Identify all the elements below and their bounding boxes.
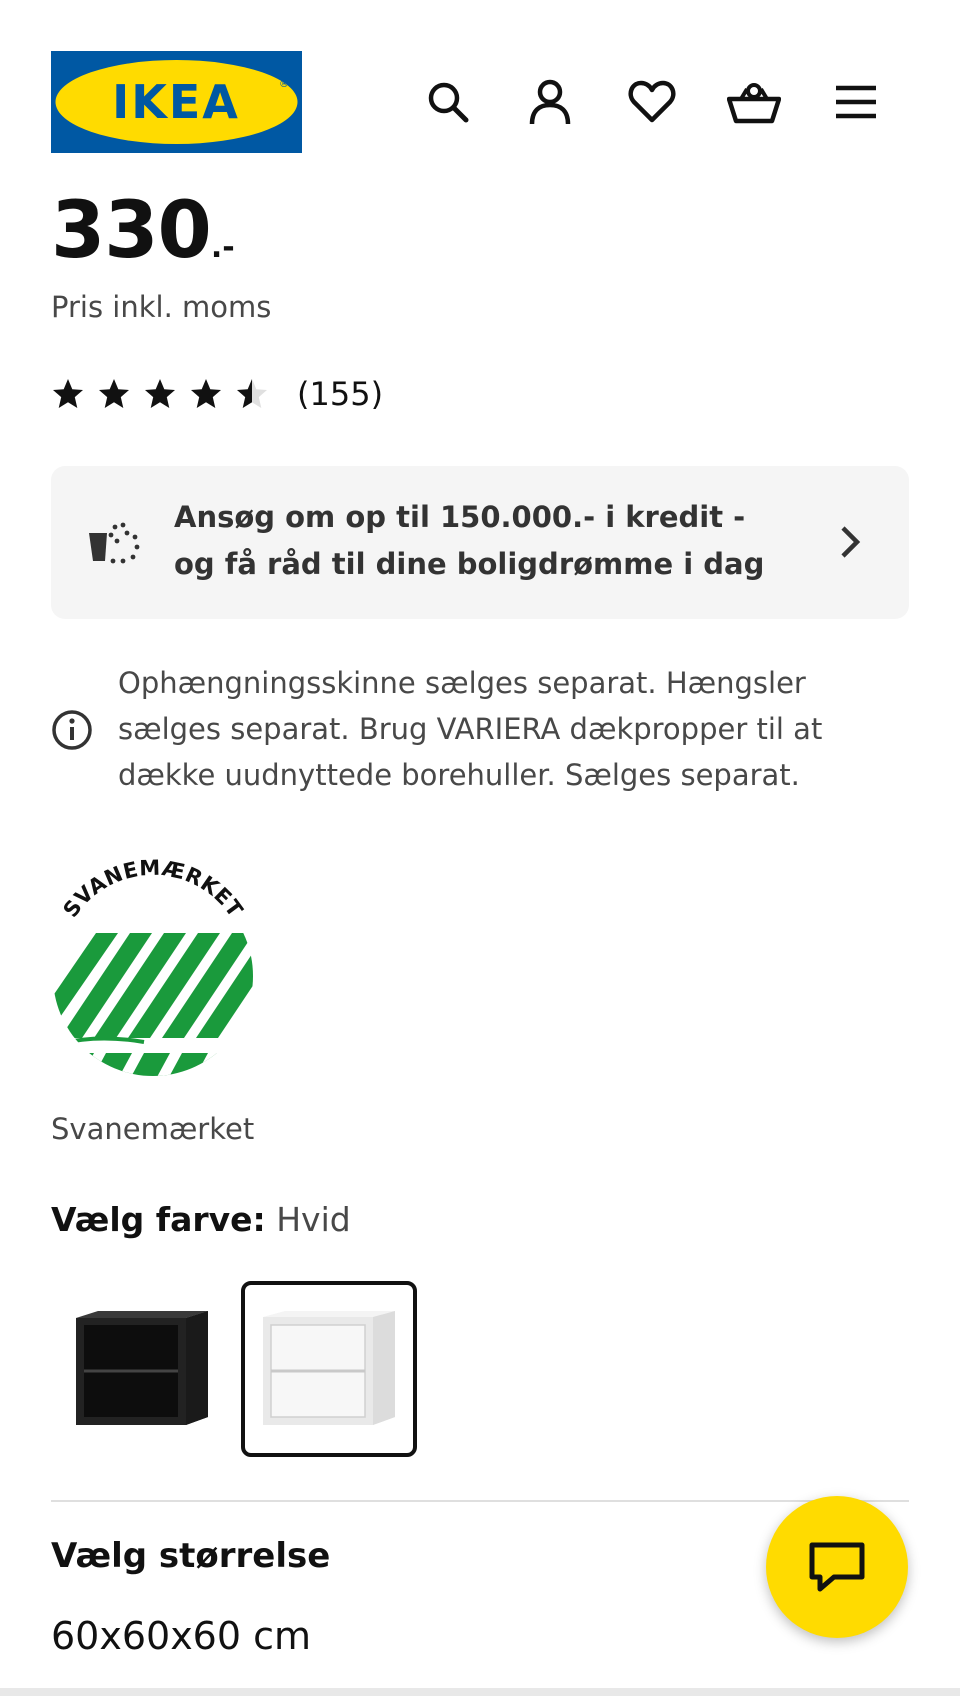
coin-pouch-icon <box>89 522 140 564</box>
review-count: (155) <box>297 375 384 413</box>
chat-icon <box>809 1542 865 1592</box>
heart-icon[interactable] <box>622 72 682 132</box>
rating[interactable]: (155) <box>51 372 383 416</box>
chevron-right-icon <box>841 526 861 558</box>
price: 330.- <box>51 186 235 276</box>
half-star-icon <box>237 379 267 408</box>
star-icon <box>99 379 129 408</box>
color-chooser-label: Vælg farve: Hvid <box>51 1200 351 1239</box>
basket-icon[interactable] <box>724 72 784 132</box>
price-suffix: .- <box>210 230 235 265</box>
swatch-black-cabinet[interactable] <box>54 1281 230 1457</box>
price-note: Pris inkl. moms <box>51 290 272 324</box>
product-page: IKEA ® 330.- Pris inkl. moms (155) Ansøg… <box>0 0 960 1696</box>
svg-text:SVANEMÆRKET: SVANEMÆRKET <box>58 858 247 922</box>
info-note: Ophængningsskinne sælges separat. Hængsl… <box>118 666 823 792</box>
size-chooser-label: Vælg størrelse <box>51 1536 331 1576</box>
color-label: Vælg farve: <box>51 1200 266 1239</box>
eco-logo-text: SVANEMÆRKET <box>58 858 247 922</box>
divider <box>51 1500 909 1502</box>
star-icon <box>53 379 83 408</box>
star-icon <box>145 379 175 408</box>
account-icon[interactable] <box>520 72 580 132</box>
credit-text: Ansøg om op til 150.000.- i kredit - og … <box>174 500 765 581</box>
swan-eco-label[interactable]: SVANEMÆRKET <box>48 858 258 1090</box>
bottom-edge <box>0 1688 960 1696</box>
eco-label-caption: Svanemærket <box>51 1112 255 1146</box>
selected-color: Hvid <box>276 1200 351 1239</box>
star-icon <box>191 379 221 408</box>
price-amount: 330 <box>51 186 212 276</box>
info-icon <box>52 710 92 750</box>
size-value[interactable]: 60x60x60 cm <box>51 1614 311 1658</box>
search-icon[interactable] <box>418 72 478 132</box>
credit-banner[interactable]: Ansøg om op til 150.000.- i kredit - og … <box>51 466 909 619</box>
swatch-white-cabinet[interactable] <box>241 1281 417 1457</box>
chat-button[interactable] <box>766 1496 908 1638</box>
menu-icon[interactable] <box>826 72 886 132</box>
header-actions <box>0 72 960 132</box>
